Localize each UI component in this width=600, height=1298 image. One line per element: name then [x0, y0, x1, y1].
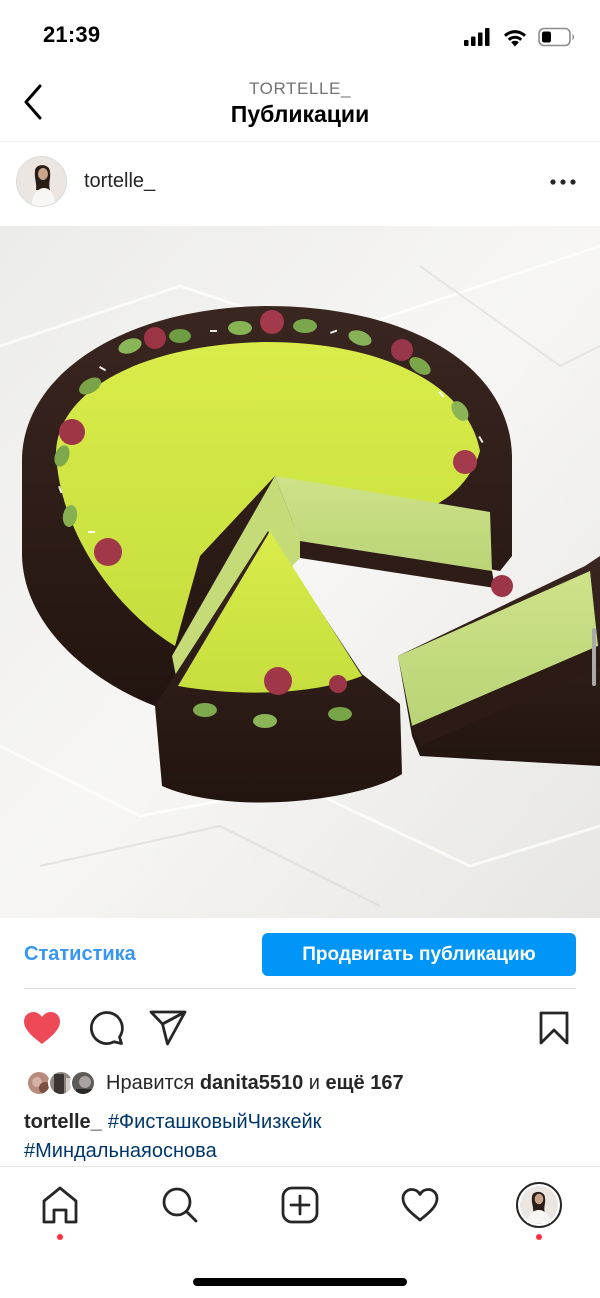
comment-button[interactable]	[86, 1008, 126, 1048]
share-button[interactable]	[148, 1008, 188, 1048]
post-actions	[0, 1004, 600, 1052]
bookmark-icon	[539, 1011, 569, 1045]
avatar[interactable]	[16, 156, 67, 207]
create-icon	[281, 1186, 319, 1224]
liker-username[interactable]: danita5510	[200, 1072, 303, 1094]
tab-home[interactable]	[36, 1181, 84, 1229]
more-dots-icon	[550, 179, 576, 185]
post-username[interactable]: tortelle_	[84, 170, 155, 193]
promotion-row: Статистика Продвигать публикацию	[0, 918, 600, 990]
scroll-indicator	[592, 628, 596, 686]
nav-header: TORTELLE_ Публикации	[0, 70, 600, 142]
battery-icon	[538, 27, 574, 47]
save-button[interactable]	[534, 1008, 574, 1048]
status-bar: 21:39	[0, 0, 600, 70]
liker-avatar	[70, 1070, 96, 1096]
home-notification-dot	[57, 1234, 63, 1240]
post-header: tortelle_	[0, 142, 600, 226]
caption-username[interactable]: tortelle_	[24, 1111, 102, 1133]
likes-count[interactable]: ещё 167	[326, 1072, 404, 1094]
heart-filled-icon	[24, 1012, 60, 1044]
post-image[interactable]	[0, 226, 600, 918]
likes-text: Нравится danita5510 и ещё 167	[106, 1072, 404, 1095]
liker-avatars	[24, 1068, 98, 1098]
hashtag[interactable]: #ФисташковыйЧизкейк	[108, 1111, 322, 1133]
post-caption: tortelle_ #ФисташковыйЧизкейк #Миндальная…	[24, 1108, 584, 1166]
status-icons	[464, 26, 576, 48]
wifi-icon	[504, 29, 526, 46]
comment-icon	[89, 1011, 124, 1045]
cheesecake-photo	[0, 226, 600, 918]
divider	[24, 988, 576, 989]
tab-search[interactable]	[156, 1181, 204, 1229]
profile-notification-dot	[536, 1234, 542, 1240]
profile-avatar	[516, 1182, 562, 1228]
signal-icon	[464, 28, 490, 46]
tab-activity[interactable]	[396, 1181, 444, 1229]
status-time: 21:39	[43, 22, 101, 47]
likes-prefix: Нравится	[106, 1071, 195, 1094]
home-icon	[42, 1186, 78, 1224]
likes-row[interactable]: Нравится danita5510 и ещё 167	[24, 1066, 404, 1100]
home-indicator	[193, 1278, 407, 1286]
hashtag[interactable]: #Миндальнаяоснова	[24, 1140, 217, 1162]
share-icon	[149, 1010, 187, 1046]
likes-conjunction: и	[308, 1071, 320, 1094]
page-title: Публикации	[230, 101, 370, 127]
activity-icon	[401, 1188, 439, 1222]
tab-profile[interactable]	[515, 1181, 563, 1229]
header-subtitle: TORTELLE_	[248, 79, 352, 98]
search-icon	[162, 1187, 198, 1223]
more-options-button[interactable]	[548, 170, 578, 194]
promote-post-button[interactable]: Продвигать публикацию	[262, 933, 576, 976]
like-button[interactable]	[22, 1008, 62, 1048]
bottom-tab-bar	[0, 1166, 600, 1298]
tab-create[interactable]	[276, 1181, 324, 1229]
statistics-link[interactable]: Статистика	[24, 943, 136, 966]
